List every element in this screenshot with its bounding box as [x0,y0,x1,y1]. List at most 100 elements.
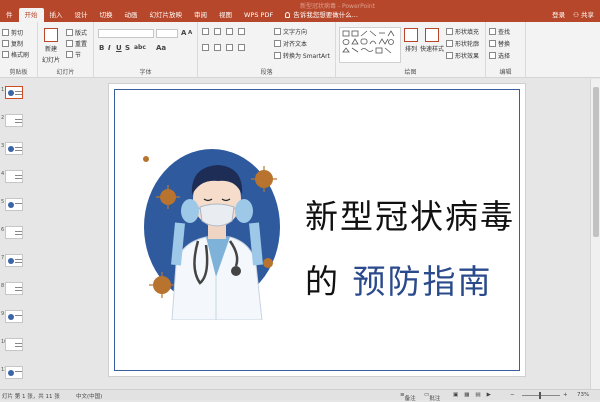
login-link[interactable]: 登录 [552,9,565,19]
tab-design[interactable]: 设计 [69,8,94,22]
replace-icon [489,40,496,47]
layout-button[interactable]: 版式 [66,28,87,37]
comments-button[interactable]: ▭ 批注 [424,392,440,402]
align-left-icon[interactable] [202,44,209,51]
arrange-button[interactable]: 排列 [404,28,418,53]
shadow-button[interactable]: abc [134,44,146,51]
numbering-icon[interactable] [214,28,221,35]
align-right-icon[interactable] [226,44,233,51]
indent-decrease-icon[interactable] [226,28,233,35]
text-direction-button[interactable]: 文字方向 [274,27,307,36]
tell-me-box[interactable]: 告诉我您想要做什么... [279,8,364,22]
section-button[interactable]: 节 [66,50,81,59]
slide-thumbnail[interactable]: 4 [0,168,30,188]
tab-view[interactable]: 视图 [213,8,238,22]
shape-outline-button[interactable]: 形状轮廓 [446,39,479,48]
italic-button[interactable]: I [108,44,111,52]
title-bar: 新型冠状病毒 - PowerPoint 件 开始 插入 设计 切换 动画 幻灯片… [0,0,600,22]
account-area: 登录 ⚇ 共享 [552,9,594,19]
slide-canvas[interactable]: 新型冠状病毒 的 预防指南 [108,83,526,377]
tab-home[interactable]: 开始 [18,8,44,22]
tab-animations[interactable]: 动画 [119,8,144,22]
indent-increase-icon[interactable] [238,28,245,35]
zoom-slider[interactable] [522,395,560,396]
view-buttons[interactable]: ▣▦▤▶ [453,392,497,398]
doctor-illustration [143,149,280,320]
strikethrough-button[interactable]: S [125,44,130,52]
arrange-icon [404,28,418,42]
clipboard-group: 剪切 复制 格式刷 剪贴板 [0,22,38,78]
increase-font-button[interactable]: A [181,29,186,37]
underline-button[interactable]: U [116,44,122,52]
zoom-out-button[interactable]: − [510,392,515,398]
copy-icon [2,40,9,47]
select-icon [489,52,496,59]
slide-thumbnail[interactable]: 3 [0,140,30,160]
slide-thumbnail[interactable]: 9 [0,308,30,328]
tab-transitions[interactable]: 切换 [94,8,119,22]
tab-review[interactable]: 审阅 [188,8,213,22]
slide-thumbnail[interactable]: 8 [0,280,30,300]
new-slide-button[interactable]: 新建 幻灯片 [42,28,60,64]
slide-counter: 灯片 第 1 张，共 11 张 [2,394,60,400]
thumbnail-image [5,198,23,211]
replace-button[interactable]: 替换 [489,39,510,48]
share-button[interactable]: ⚇ 共享 [573,9,594,19]
font-size-combo[interactable] [156,29,178,38]
status-bar: 灯片 第 1 张，共 11 张 中文(中国) ≡ 备注 ▭ 批注 ▣▦▤▶ − … [0,389,600,402]
editing-group: 查找 替换 选择 编辑 [486,22,526,78]
select-button[interactable]: 选择 [489,51,510,60]
slide-title-line-2-prefix: 的 [305,262,340,301]
justify-icon[interactable] [238,44,245,51]
notes-button[interactable]: ≡ 备注 [400,392,416,402]
slide-title-line-1: 新型冠状病毒 [305,197,515,236]
slide-thumbnail[interactable]: 6 [0,224,30,244]
slide-thumbnail[interactable]: 10 [0,336,30,356]
tab-file[interactable]: 件 [0,8,19,22]
copy-button[interactable]: 复制 [2,39,23,48]
fill-icon [446,28,453,35]
align-text-icon [274,40,281,47]
scrollbar-thumb[interactable] [593,87,599,237]
find-button[interactable]: 查找 [489,27,510,36]
font-group: A A B I U S abc Aa 字体 [94,22,198,78]
format-painter-button[interactable]: 格式刷 [2,50,29,59]
tab-slideshow[interactable]: 幻灯片放映 [144,8,189,22]
change-case-button[interactable]: Aa [156,44,166,52]
slide-thumbnail[interactable]: 7 [0,252,30,272]
language-indicator[interactable]: 中文(中国) [76,392,102,400]
bullets-icon[interactable] [202,28,209,35]
bold-button[interactable]: B [99,44,104,52]
layout-icon [66,29,73,36]
zoom-level[interactable]: 73% [577,392,589,398]
slide-thumbnail[interactable]: 1 [0,84,30,104]
slide-thumbnail[interactable]: 5 [0,196,30,216]
convert-smartart-button[interactable]: 转换为 SmartArt [274,51,330,60]
align-text-button[interactable]: 对齐文本 [274,39,307,48]
zoom-in-button[interactable]: + [563,392,568,398]
slide-title-line-2-accent: 预防指南 [352,262,493,301]
slide-thumbnail[interactable]: 11 [0,364,30,384]
quick-styles-button[interactable]: 快速样式 [420,28,444,53]
shape-effects-button[interactable]: 形状效果 [446,51,479,60]
outline-icon [446,40,453,47]
paragraph-group: 文字方向 对齐文本 转换为 SmartArt 段落 [198,22,336,78]
cut-button[interactable]: 剪切 [2,28,23,37]
shape-fill-button[interactable]: 形状填充 [446,27,479,36]
shapes-gallery[interactable] [339,27,401,63]
drawing-group: 排列 快速样式 形状填充 形状轮廓 形状效果 绘图 [336,22,486,78]
align-center-icon[interactable] [214,44,221,51]
tab-wps-pdf[interactable]: WPS PDF [238,8,279,22]
font-name-combo[interactable] [98,29,154,38]
decrease-font-button[interactable]: A [188,30,192,36]
thumbnail-image [5,338,23,351]
reset-button[interactable]: 重置 [66,39,87,48]
ribbon: 剪切 复制 格式刷 剪贴板 新建 幻灯片 版式 重置 节 幻灯片 A A B I… [0,22,600,78]
tab-insert[interactable]: 插入 [44,8,69,22]
smartart-icon [274,52,281,59]
slide-thumbnail[interactable]: 2 [0,112,30,132]
zoom-slider-thumb[interactable] [539,392,541,399]
reset-icon [66,40,73,47]
vertical-scrollbar[interactable] [590,79,600,389]
scissors-icon [2,29,9,36]
